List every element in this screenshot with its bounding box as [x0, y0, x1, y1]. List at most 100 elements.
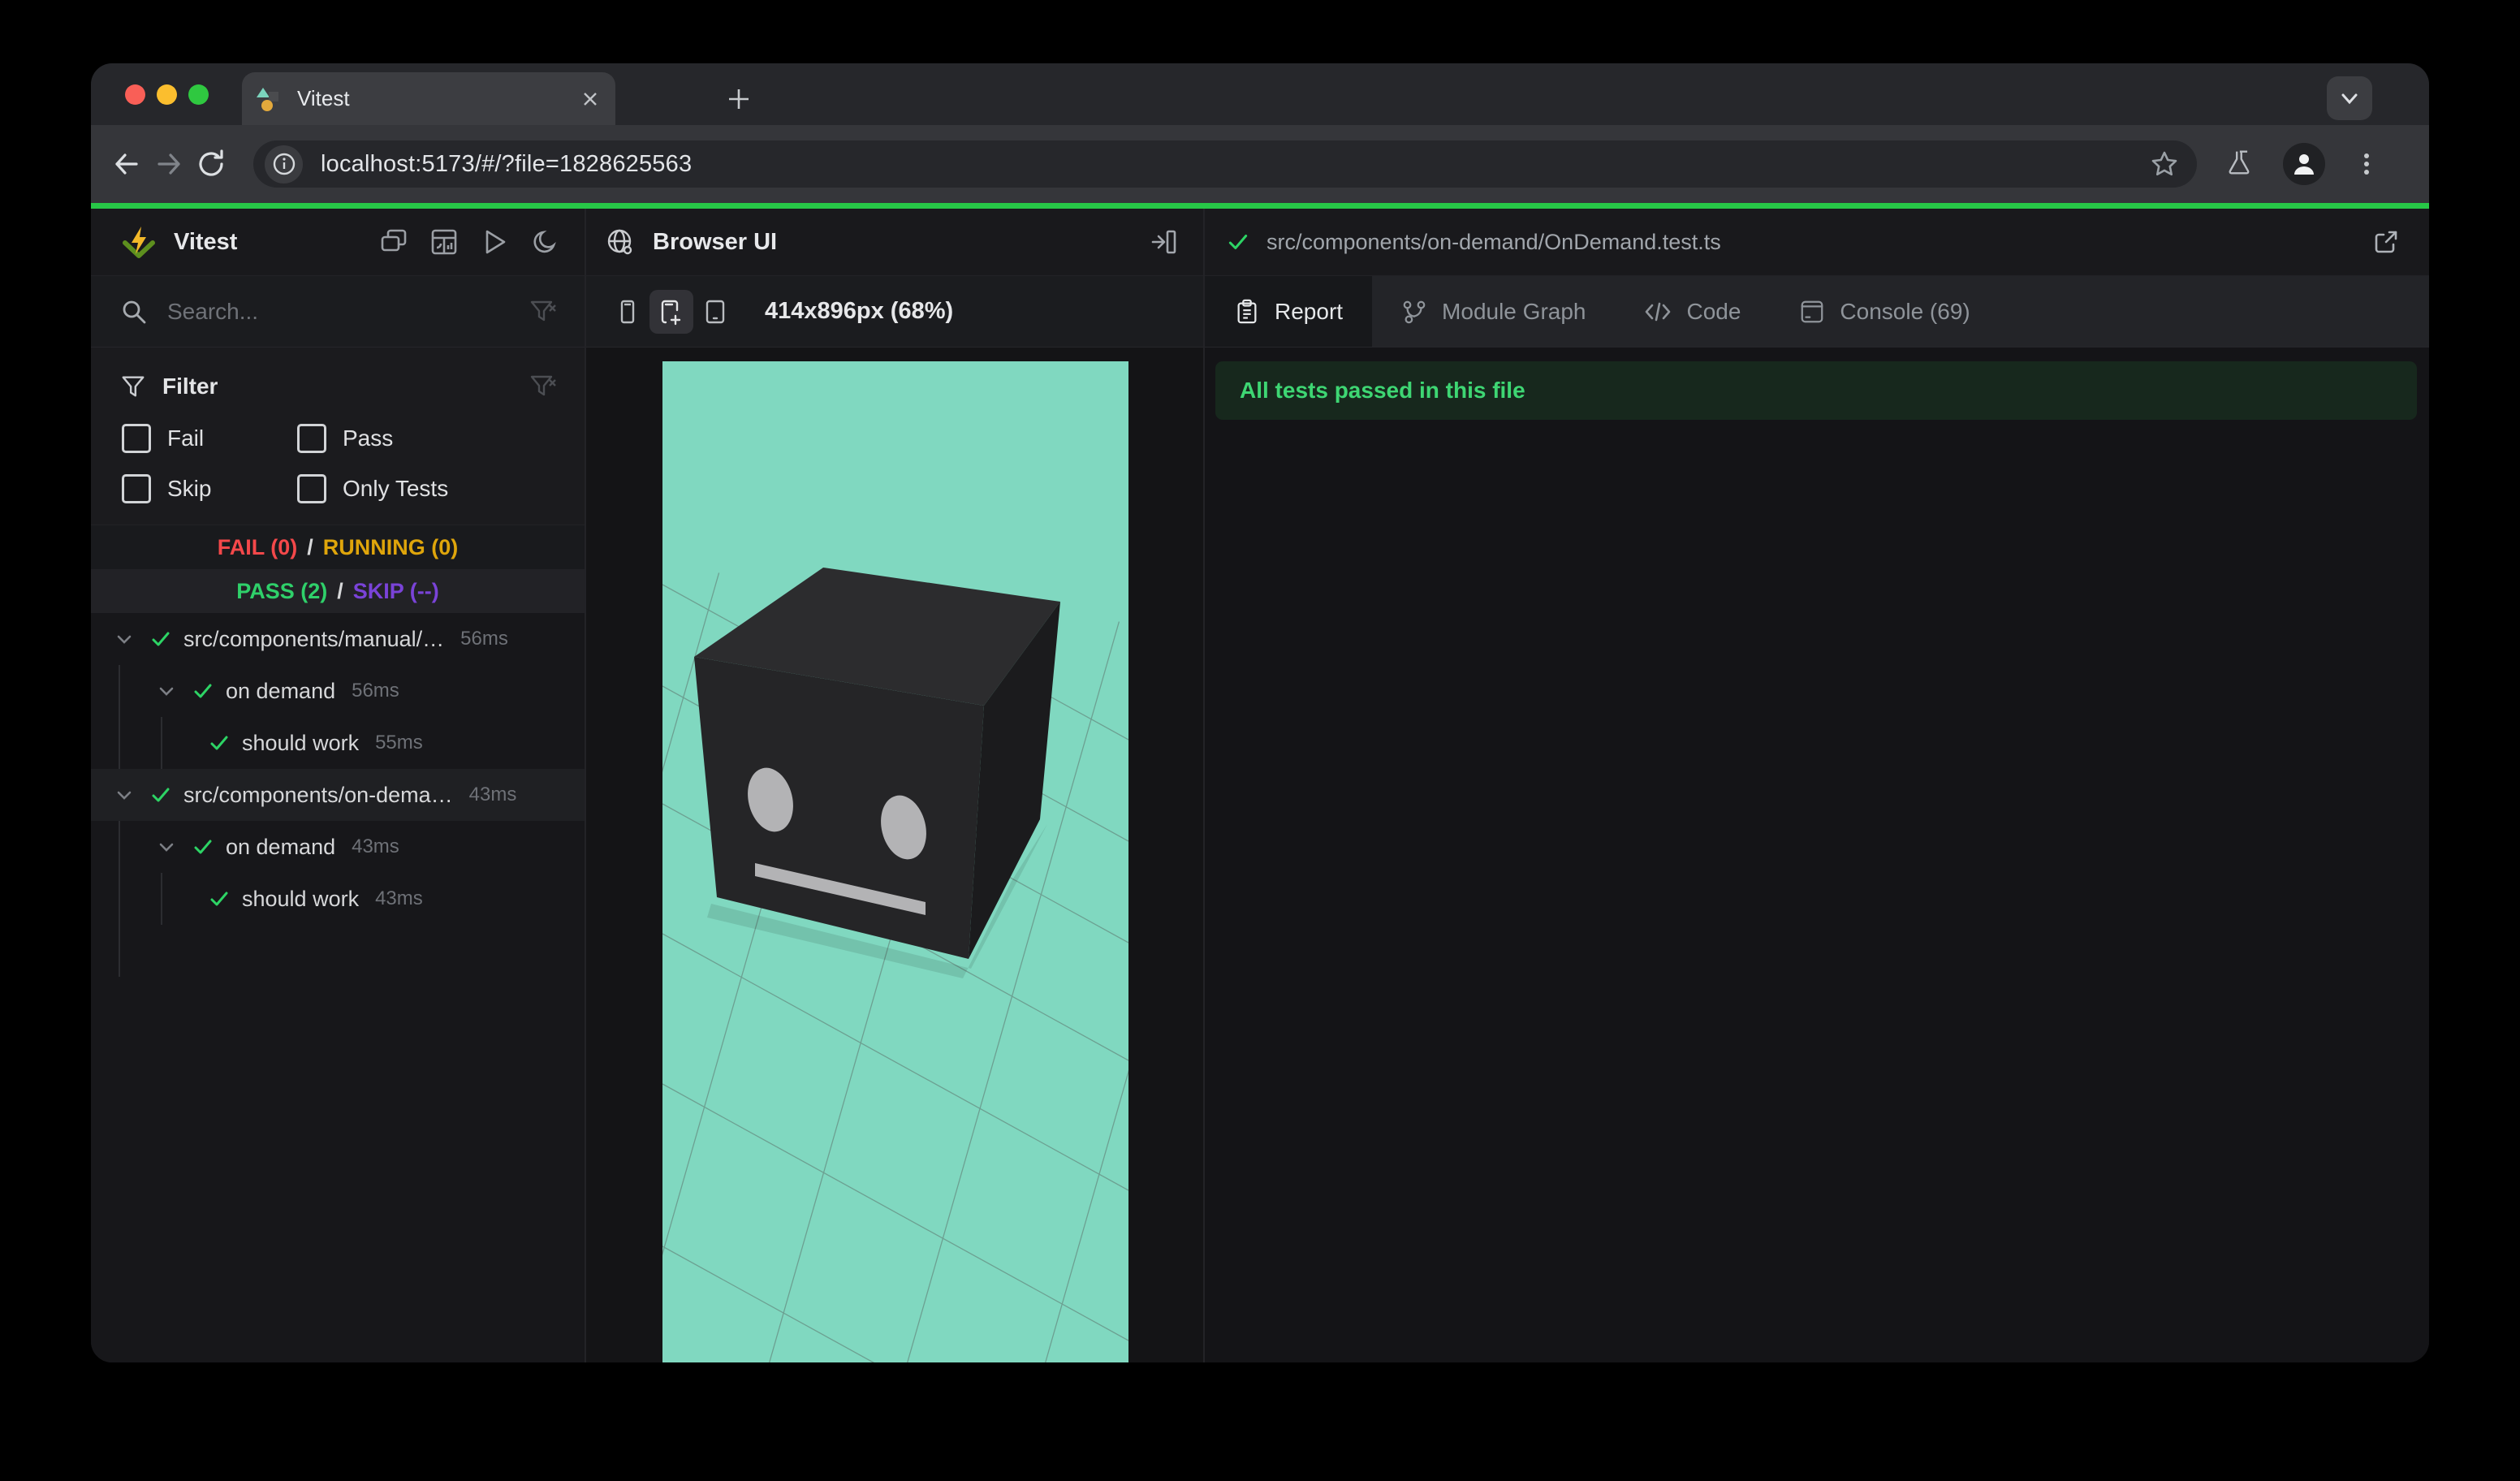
device-tablet-button[interactable]	[693, 290, 737, 334]
vitest-favicon	[257, 85, 284, 113]
tree-suite-row[interactable]: on demand 43ms	[91, 821, 585, 873]
tab-code-label: Code	[1686, 298, 1741, 324]
report-header: src/components/on-demand/OnDemand.test.t…	[1205, 209, 2429, 276]
filter-skip-label: Skip	[167, 476, 212, 501]
separator: /	[307, 534, 313, 559]
collapse-panels-icon[interactable]	[377, 225, 411, 259]
search-icon	[120, 298, 148, 326]
device-phone-small-button[interactable]	[606, 290, 649, 334]
vitest-ui: Vitest Search... Filter Fail Pass Skip O…	[91, 209, 2429, 1362]
status-summary-row-2: PASS (2) / SKIP (--)	[91, 569, 585, 613]
tab-close-icon[interactable]	[580, 89, 601, 110]
device-phone-plus-button[interactable]	[649, 289, 693, 334]
dashboard-icon[interactable]	[427, 225, 461, 259]
filter-fail-checkbox[interactable]: Fail	[122, 424, 297, 453]
test-file-name: src/components/manual/…	[183, 626, 445, 651]
banner-text: All tests passed in this file	[1240, 378, 1525, 403]
tree-suite-row[interactable]: on demand 56ms	[91, 665, 585, 717]
code-icon	[1644, 298, 1672, 326]
report-content: All tests passed in this file	[1205, 348, 2429, 1362]
clear-filters-icon[interactable]	[529, 373, 557, 400]
check-icon	[192, 680, 214, 702]
browser-tab[interactable]: Vitest	[242, 72, 615, 125]
open-external-icon[interactable]	[2372, 228, 2400, 256]
search-row	[91, 276, 585, 348]
zoom-window-button[interactable]	[188, 84, 209, 105]
tab-report[interactable]: Report	[1205, 276, 1373, 347]
skip-count: SKIP (--)	[352, 578, 439, 603]
run-all-icon[interactable]	[477, 225, 511, 259]
test-name: should work	[242, 730, 360, 755]
chevron-down-icon[interactable]	[154, 680, 179, 702]
tab-report-label: Report	[1275, 298, 1344, 324]
profile-avatar[interactable]	[2283, 143, 2325, 185]
tab-title: Vitest	[297, 86, 350, 110]
window-controls	[125, 84, 209, 105]
checkbox[interactable]	[297, 474, 326, 503]
filter-fail-label: Fail	[167, 425, 205, 451]
test-duration: 56ms	[352, 680, 399, 702]
tree-test-row[interactable]: should work 43ms	[91, 873, 585, 925]
reload-button[interactable]	[190, 143, 232, 185]
check-icon	[192, 835, 214, 858]
preview-header: Browser UI	[586, 209, 1203, 276]
dock-panel-icon[interactable]	[1150, 227, 1179, 257]
tab-console-label: Console (69)	[1840, 298, 1970, 324]
filter-only-tests-label: Only Tests	[343, 476, 449, 501]
check-icon	[208, 732, 231, 754]
tab-console[interactable]: Console (69)	[1770, 276, 1999, 347]
pass-count: PASS (2)	[236, 578, 328, 603]
dark-mode-moon-icon[interactable]	[528, 225, 562, 259]
test-file-path: src/components/on-demand/OnDemand.test.t…	[1266, 229, 1721, 254]
tree-file-row[interactable]: src/components/manual/… 56ms	[91, 613, 585, 665]
tab-code[interactable]: Code	[1615, 276, 1770, 347]
report-tab-bar: Report Module Graph Code Console (69)	[1205, 276, 2429, 348]
report-icon	[1234, 299, 1260, 325]
close-window-button[interactable]	[125, 84, 145, 105]
test-duration: 55ms	[375, 732, 423, 753]
experiments-flask-icon[interactable]	[2224, 149, 2255, 179]
minimize-window-button[interactable]	[157, 84, 177, 105]
globe-icon	[606, 227, 635, 257]
sidebar-header-actions	[377, 225, 562, 259]
filter-skip-checkbox[interactable]: Skip	[122, 474, 297, 503]
back-button[interactable]	[106, 143, 148, 185]
chevron-down-icon[interactable]	[112, 784, 136, 805]
tab-strip: Vitest	[91, 63, 2429, 125]
module-graph-icon	[1401, 299, 1427, 325]
checkbox[interactable]	[297, 424, 326, 453]
browser-preview-scene	[662, 361, 1128, 1362]
new-tab-button[interactable]	[718, 78, 760, 120]
test-progress-bar	[91, 203, 2429, 209]
viewport-size-label[interactable]: 414x896px (68%)	[765, 298, 953, 325]
forward-button[interactable]	[148, 143, 190, 185]
preview-title: Browser UI	[653, 228, 778, 255]
sidebar: Vitest Search... Filter Fail Pass Skip O…	[91, 209, 586, 1362]
report-panel: src/components/on-demand/OnDemand.test.t…	[1205, 209, 2429, 1362]
test-duration: 43ms	[468, 784, 517, 805]
status-summary-row-1: FAIL (0) / RUNNING (0)	[91, 525, 585, 569]
browser-menu-icon[interactable]	[2353, 150, 2380, 178]
device-viewport[interactable]	[662, 361, 1128, 1362]
check-icon	[149, 628, 172, 650]
filter-panel: Filter Fail Pass Skip Only Tests	[91, 348, 585, 525]
clear-search-filter-icon[interactable]	[529, 298, 557, 326]
url-text[interactable]: localhost:5173/#/?file=1828625563	[321, 151, 2150, 178]
filter-only-tests-checkbox[interactable]: Only Tests	[297, 474, 585, 503]
checkbox[interactable]	[122, 424, 151, 453]
device-toolbar: 414x896px (68%)	[586, 276, 1203, 348]
test-suite-name: on demand	[226, 834, 336, 859]
address-bar[interactable]: localhost:5173/#/?file=1828625563	[253, 140, 2197, 188]
checkbox[interactable]	[122, 474, 151, 503]
tab-search-button[interactable]	[2327, 76, 2372, 120]
tab-module-graph[interactable]: Module Graph	[1372, 276, 1615, 347]
filter-pass-checkbox[interactable]: Pass	[297, 424, 585, 453]
site-info-icon[interactable]	[265, 145, 303, 184]
chevron-down-icon[interactable]	[154, 836, 179, 857]
chevron-down-icon[interactable]	[112, 628, 136, 650]
tree-file-row-selected[interactable]: src/components/on-dema… 43ms	[91, 769, 585, 821]
bookmark-star-icon[interactable]	[2150, 149, 2179, 179]
preview-canvas	[586, 348, 1203, 1362]
search-input[interactable]	[166, 297, 529, 326]
tree-test-row[interactable]: should work 55ms	[91, 717, 585, 769]
